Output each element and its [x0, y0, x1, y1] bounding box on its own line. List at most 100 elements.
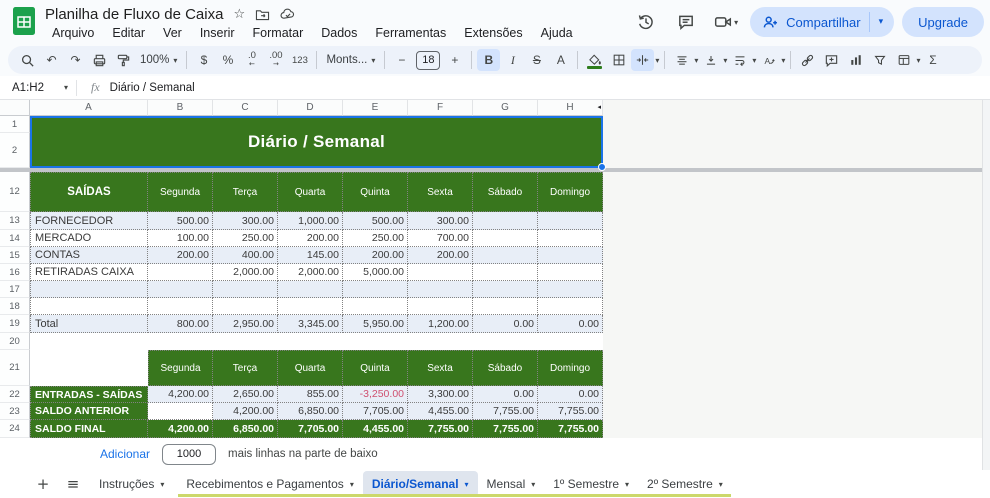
font-size-input[interactable]: 18 [416, 51, 440, 70]
table-cell[interactable] [408, 298, 473, 315]
insert-link-button[interactable] [796, 49, 819, 71]
table-cell[interactable]: 7,755.00 [473, 403, 538, 420]
table-cell[interactable] [408, 264, 473, 281]
row-header[interactable]: 1 [0, 116, 30, 133]
table-cell[interactable] [473, 212, 538, 230]
share-dropdown-icon[interactable]: ▾ [872, 17, 891, 27]
column-header[interactable]: D [278, 100, 343, 116]
horizontal-align-dropdown-icon[interactable]: ▾ [694, 56, 698, 65]
menu-arquivo[interactable]: Arquivo [45, 25, 101, 41]
meet-video-button[interactable]: ▾ [710, 6, 742, 38]
table-cell[interactable]: CONTAS [30, 247, 148, 264]
table-cell[interactable] [30, 298, 148, 315]
table-cell[interactable] [148, 281, 213, 298]
table-cell[interactable]: 300.00 [408, 212, 473, 230]
name-box[interactable]: A1:H2 ▾ [0, 82, 76, 94]
table-view-button[interactable] [892, 49, 915, 71]
table-cell[interactable]: 855.00 [278, 386, 343, 403]
decrease-decimals-button[interactable]: .0← [240, 49, 263, 71]
percent-format-button[interactable]: % [216, 49, 239, 71]
menu-extensoes[interactable]: Extensões [457, 25, 529, 41]
add-sheet-button[interactable]: + [30, 475, 56, 493]
table-cell[interactable]: 4,200.00 [148, 386, 213, 403]
table-cell[interactable]: 0.00 [538, 315, 603, 333]
table-cell[interactable]: 300.00 [213, 212, 278, 230]
table-cell[interactable] [278, 298, 343, 315]
table-cell[interactable]: Domingo [538, 350, 603, 386]
table-cell[interactable]: 145.00 [278, 247, 343, 264]
table-cell[interactable] [473, 281, 538, 298]
column-header[interactable]: H◂ [538, 100, 603, 116]
column-header[interactable]: F [408, 100, 473, 116]
table-cell[interactable]: 7,755.00 [473, 420, 538, 438]
table-cell[interactable]: 7,755.00 [408, 420, 473, 438]
zoom-select[interactable]: 100%▾ [136, 49, 181, 71]
table-cell[interactable]: 1,000.00 [278, 212, 343, 230]
table-cell[interactable]: Terça [213, 350, 278, 386]
table-cell[interactable]: Terça [213, 172, 278, 212]
table-cell[interactable]: ENTRADAS - SAÍDAS [30, 386, 148, 403]
add-rows-button[interactable]: Adicionar [100, 447, 150, 461]
vertical-align-dropdown-icon[interactable]: ▾ [723, 56, 727, 65]
column-header[interactable]: G [473, 100, 538, 116]
table-cell[interactable]: 7,755.00 [538, 403, 603, 420]
table-cell[interactable]: 6,850.00 [213, 420, 278, 438]
merge-cells-button[interactable] [631, 49, 654, 71]
table-cell[interactable] [473, 230, 538, 247]
row-header[interactable]: 18 [0, 298, 30, 315]
undo-button[interactable]: ↶ [40, 49, 63, 71]
paint-format-button[interactable] [112, 49, 135, 71]
menu-formatar[interactable]: Formatar [246, 25, 311, 41]
tab-1-semestre[interactable]: 1º Semestre▾ [544, 471, 638, 497]
text-rotation-button[interactable]: A [757, 49, 780, 71]
table-cell[interactable] [30, 350, 148, 386]
row-header[interactable]: 14 [0, 230, 30, 247]
table-cell[interactable]: 4,200.00 [213, 403, 278, 420]
table-cell[interactable] [30, 281, 148, 298]
menu-inserir[interactable]: Inserir [193, 25, 242, 41]
table-cell[interactable]: 800.00 [148, 315, 213, 333]
table-cell[interactable]: 250.00 [343, 230, 408, 247]
table-cell[interactable]: 500.00 [343, 212, 408, 230]
table-cell[interactable]: Quarta [278, 172, 343, 212]
functions-button[interactable]: Σ [921, 49, 944, 71]
table-cell[interactable]: RETIRADAS CAIXA [30, 264, 148, 281]
comments-button[interactable] [670, 6, 702, 38]
formula-input[interactable]: Diário / Semanal [110, 82, 195, 94]
redo-button[interactable]: ↷ [64, 49, 87, 71]
table-cell[interactable]: Segunda [148, 172, 213, 212]
table-cell[interactable]: 200.00 [343, 247, 408, 264]
more-formats-button[interactable]: 123 [288, 49, 311, 71]
increase-font-size-button[interactable]: + [443, 49, 466, 71]
table-cell[interactable]: FORNECEDOR [30, 212, 148, 230]
table-cell[interactable]: 400.00 [213, 247, 278, 264]
table-cell[interactable] [473, 247, 538, 264]
column-header[interactable]: B [148, 100, 213, 116]
menu-ajuda[interactable]: Ajuda [534, 25, 580, 41]
filter-button[interactable] [868, 49, 891, 71]
row-header[interactable]: 24 [0, 420, 30, 438]
table-cell[interactable]: 5,000.00 [343, 264, 408, 281]
table-cell[interactable] [213, 281, 278, 298]
table-cell[interactable]: Sexta [408, 350, 473, 386]
table-cell[interactable]: 7,755.00 [538, 420, 603, 438]
table-row[interactable] [30, 333, 603, 350]
select-all-corner[interactable] [0, 100, 30, 116]
version-history-button[interactable] [630, 6, 662, 38]
fill-color-button[interactable] [583, 49, 606, 71]
insert-chart-button[interactable] [844, 49, 867, 71]
table-cell[interactable]: MERCADO [30, 230, 148, 247]
table-cell[interactable]: SALDO ANTERIOR [30, 403, 148, 420]
table-cell[interactable]: 3,345.00 [278, 315, 343, 333]
cloud-saved-icon[interactable] [280, 8, 296, 20]
row-header[interactable]: 20 [0, 333, 30, 350]
table-cell[interactable]: 250.00 [213, 230, 278, 247]
table-cell[interactable]: Sexta [408, 172, 473, 212]
increase-decimals-button[interactable]: .00→ [264, 49, 287, 71]
table-cell[interactable] [538, 212, 603, 230]
table-cell[interactable] [278, 281, 343, 298]
text-rotation-dropdown-icon[interactable]: ▾ [781, 56, 785, 65]
text-color-button[interactable]: A [549, 49, 572, 71]
strikethrough-button[interactable]: S [525, 49, 548, 71]
table-cell[interactable] [343, 298, 408, 315]
